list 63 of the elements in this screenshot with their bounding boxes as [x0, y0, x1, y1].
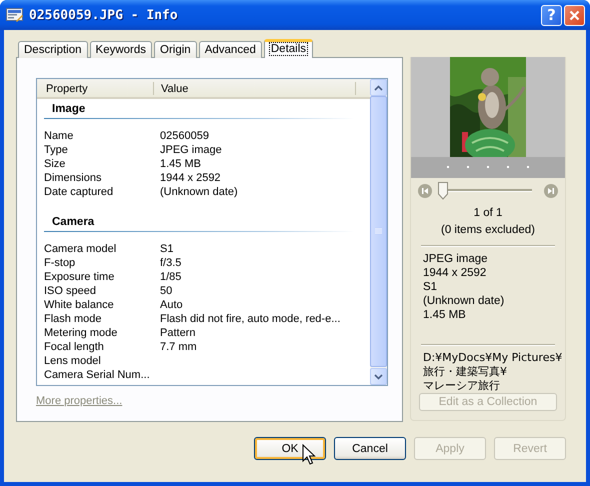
property-value: 7.7 mm: [160, 340, 197, 354]
info-line: S1: [423, 280, 438, 294]
property-value: Pattern: [160, 326, 196, 340]
property-name: White balance: [44, 299, 114, 311]
scroll-up-button[interactable]: [370, 79, 387, 96]
info-line: 1.45 MB: [423, 308, 466, 322]
section-heading: Camera: [44, 212, 354, 232]
property-name: Name: [44, 130, 74, 142]
property-name: Flash mode: [44, 313, 102, 325]
tab[interactable]: Details: [264, 39, 314, 58]
property-value: JPEG image: [160, 143, 222, 157]
property-name: Dimensions: [44, 172, 102, 184]
scrollbar-thumb[interactable]: [370, 96, 387, 367]
caret-up-icon: [374, 84, 383, 90]
skip-forward-icon[interactable]: [544, 184, 558, 198]
window-title: 02560059.JPG - Info: [29, 8, 179, 22]
property-value: Flash did not fire, auto mode, red-e...: [160, 312, 340, 326]
property-value: 1/85: [160, 270, 182, 284]
window-icon: [6, 8, 23, 22]
property-name: Camera model: [44, 243, 116, 255]
folder-path-line: マレーシア旅行: [423, 378, 500, 393]
property-value: 50: [160, 284, 172, 298]
property-name: Exposure time: [44, 271, 114, 283]
property-name: Date captured: [44, 186, 114, 198]
tab[interactable]: Description: [18, 41, 88, 58]
position-label: 1 of 1: [472, 206, 504, 221]
property-value: Auto: [160, 298, 183, 312]
slider-thumb[interactable]: [438, 182, 448, 200]
property-value: 1944 x 2592: [160, 171, 221, 185]
dialog-button[interactable]: Cancel: [334, 437, 406, 460]
folder-path-line: D:¥MyDocs¥My Pictures¥: [423, 350, 562, 365]
tab[interactable]: Advanced: [198, 41, 262, 58]
property-name: Size: [44, 158, 66, 170]
scroll-down-button[interactable]: [370, 368, 387, 385]
property-name: Lens model: [44, 355, 101, 367]
column-header[interactable]: Value: [154, 82, 356, 95]
property-value: 02560059: [160, 129, 209, 143]
property-name: ISO speed: [44, 285, 96, 297]
excluded-count: (0 items excluded): [440, 222, 536, 238]
column-header[interactable]: Property: [37, 82, 154, 95]
property-value: f/3.5: [160, 256, 182, 270]
skip-back-icon[interactable]: [418, 184, 432, 198]
property-name: Metering mode: [44, 327, 118, 339]
tab[interactable]: Origin: [154, 41, 197, 58]
folder-path-line: 旅行・建築写真¥: [423, 364, 507, 379]
cursor-icon: [302, 444, 316, 466]
help-button[interactable]: ?: [541, 4, 562, 26]
section-heading: Image: [44, 99, 354, 119]
property-name: Camera Serial Num...: [44, 369, 150, 381]
property-name: Focal length: [44, 341, 104, 353]
info-line: 1944 x 2592: [423, 266, 486, 280]
info-line: (Unknown date): [423, 294, 504, 308]
property-value: 1.45 MB: [160, 157, 201, 171]
close-icon: [569, 10, 580, 20]
dialog-button[interactable]: OK: [254, 437, 326, 460]
property-value: S1: [160, 242, 174, 256]
info-line: JPEG image: [423, 252, 488, 266]
caret-down-icon: [374, 374, 383, 380]
tab[interactable]: Keywords: [90, 41, 152, 58]
property-value: (Unknown date): [160, 185, 238, 199]
property-name: F-stop: [44, 257, 76, 269]
property-name: Type: [44, 144, 68, 156]
close-button[interactable]: [564, 4, 585, 26]
